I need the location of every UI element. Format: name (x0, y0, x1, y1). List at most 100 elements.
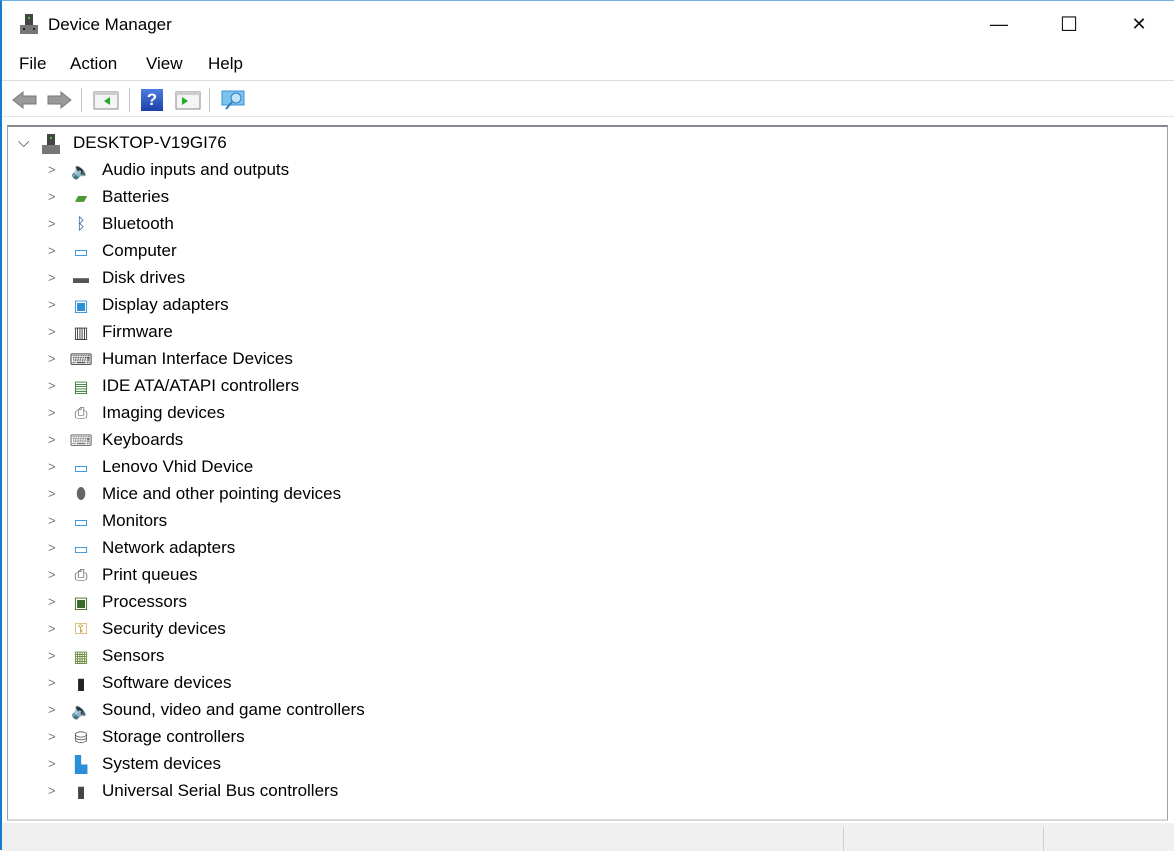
chevron-right-icon[interactable]: > (48, 378, 56, 393)
scan-hardware-icon[interactable] (220, 89, 248, 111)
chevron-right-icon[interactable]: > (48, 756, 56, 771)
chevron-right-icon[interactable]: > (48, 513, 56, 528)
tree-item-label: Display adapters (102, 295, 229, 314)
chevron-right-icon[interactable]: > (48, 297, 56, 312)
menu-help[interactable]: Help (208, 54, 243, 74)
tree-item[interactable]: > ▭ Lenovo Vhid Device (8, 455, 1167, 482)
chevron-right-icon[interactable]: > (48, 729, 56, 744)
tree-item[interactable]: > ᛒ Bluetooth (8, 212, 1167, 239)
chevron-right-icon[interactable]: > (48, 243, 56, 258)
monitor-icon: ▭ (73, 514, 89, 531)
tree-item[interactable]: > 🔈 Audio inputs and outputs (8, 158, 1167, 185)
help-icon[interactable]: ? (141, 89, 163, 111)
menu-bar: File Action View Help (2, 49, 1174, 81)
tree-item[interactable]: > 🔈 Sound, video and game controllers (8, 698, 1167, 725)
tree-item-label: Security devices (102, 619, 226, 638)
tree-item[interactable]: > ▮ Software devices (8, 671, 1167, 698)
tree-item[interactable]: > ▰ Batteries (8, 185, 1167, 212)
status-divider (843, 827, 844, 851)
chevron-right-icon[interactable]: > (48, 162, 56, 177)
display-adapter-icon: ▣ (73, 298, 89, 315)
menu-view[interactable]: View (146, 54, 183, 74)
tree-item[interactable]: > ▤ IDE ATA/ATAPI controllers (8, 374, 1167, 401)
tree-item[interactable]: > ⬮ Mice and other pointing devices (8, 482, 1167, 509)
properties-icon[interactable] (174, 89, 202, 111)
back-icon[interactable] (11, 89, 39, 111)
chevron-right-icon[interactable]: > (48, 405, 56, 420)
minimize-button[interactable]: — (964, 1, 1034, 47)
computer-root-icon (42, 134, 60, 154)
chevron-right-icon[interactable]: > (48, 648, 56, 663)
tree-item-label: Lenovo Vhid Device (102, 457, 254, 476)
chevron-right-icon[interactable]: > (48, 270, 56, 285)
tree-item[interactable]: > ▭ Monitors (8, 509, 1167, 536)
tree-item[interactable]: > ▭ Computer (8, 239, 1167, 266)
window-title: Device Manager (48, 15, 172, 34)
tree-item[interactable]: > ▣ Display adapters (8, 293, 1167, 320)
sensor-icon: ▦ (73, 649, 89, 666)
chevron-right-icon[interactable]: > (48, 621, 56, 636)
firmware-icon: ▥ (73, 325, 89, 342)
tree-item-label: Software devices (102, 673, 232, 692)
tree-item[interactable]: > ⚿ Security devices (8, 617, 1167, 644)
chevron-right-icon[interactable]: > (48, 675, 56, 690)
console-tree-icon[interactable] (92, 89, 120, 111)
usb-icon: ▮ (76, 784, 86, 801)
tree-item-label: Human Interface Devices (102, 349, 293, 368)
chevron-right-icon[interactable]: > (48, 594, 56, 609)
status-divider (1043, 827, 1044, 851)
tree-item-label: Mice and other pointing devices (102, 484, 342, 503)
chevron-right-icon[interactable]: > (48, 216, 56, 231)
tree-item-label: Keyboards (102, 430, 184, 449)
device-manager-icon (20, 14, 38, 34)
tree-item[interactable]: > ⎙ Imaging devices (8, 401, 1167, 428)
tree-item[interactable]: > ▥ Firmware (8, 320, 1167, 347)
chevron-right-icon[interactable]: > (48, 702, 56, 717)
chevron-right-icon[interactable]: > (48, 783, 56, 798)
device-tree[interactable]: ⌵ DESKTOP-V19GI76 > 🔈 Audio inputs and o… (7, 125, 1168, 821)
tree-item[interactable]: > ▭ Network adapters (8, 536, 1167, 563)
disk-drive-icon: ▬ (73, 270, 89, 287)
menu-action[interactable]: Action (70, 54, 117, 74)
tree-item[interactable]: > ▮ Universal Serial Bus controllers (8, 779, 1167, 806)
battery-icon: ▰ (74, 190, 88, 207)
tree-item-label: Sound, video and game controllers (102, 700, 365, 719)
security-key-icon: ⚿ (74, 621, 88, 638)
chevron-right-icon[interactable]: > (48, 432, 56, 447)
printer-icon: ⎙ (74, 567, 88, 584)
chevron-right-icon[interactable]: > (48, 351, 56, 366)
chevron-right-icon[interactable]: > (48, 540, 56, 555)
tree-item[interactable]: > ⛁ Storage controllers (8, 725, 1167, 752)
tree-item[interactable]: > ⌨ Human Interface Devices (8, 347, 1167, 374)
network-adapter-icon: ▭ (73, 541, 89, 558)
maximize-button[interactable]: ☐ (1034, 1, 1104, 47)
toolbar-separator (81, 88, 82, 112)
network-monitor-icon: ▭ (73, 460, 89, 477)
tree-item[interactable]: > ▬ Disk drives (8, 266, 1167, 293)
toolbar-separator (209, 88, 210, 112)
tree-item-label: Network adapters (102, 538, 236, 557)
tree-item[interactable]: > ▙ System devices (8, 752, 1167, 779)
tree-root[interactable]: ⌵ DESKTOP-V19GI76 (8, 133, 1167, 157)
tree-item-label: IDE ATA/ATAPI controllers (102, 376, 300, 395)
title-bar: Device Manager — ☐ ✕ (2, 1, 1174, 47)
chevron-right-icon[interactable]: > (48, 567, 56, 582)
chevron-right-icon[interactable]: > (48, 189, 56, 204)
menu-file[interactable]: File (19, 54, 46, 74)
chevron-down-icon[interactable]: ⌵ (18, 134, 29, 151)
chevron-right-icon[interactable]: > (48, 324, 56, 339)
chevron-right-icon[interactable]: > (48, 486, 56, 501)
toolbar-separator (129, 88, 130, 112)
tree-item-label: Batteries (102, 187, 170, 206)
tree-item-label: Audio inputs and outputs (102, 160, 290, 179)
tree-item[interactable]: > ⎙ Print queues (8, 563, 1167, 590)
chevron-right-icon[interactable]: > (48, 459, 56, 474)
tree-item[interactable]: > ▣ Processors (8, 590, 1167, 617)
bluetooth-icon: ᛒ (76, 216, 86, 233)
tree-item[interactable]: > ⌨ Keyboards (8, 428, 1167, 455)
tree-item[interactable]: > ▦ Sensors (8, 644, 1167, 671)
forward-icon[interactable] (45, 89, 73, 111)
ide-controller-icon: ▤ (73, 379, 89, 396)
close-button[interactable]: ✕ (1104, 1, 1174, 47)
tree-item-label: Bluetooth (102, 214, 174, 233)
